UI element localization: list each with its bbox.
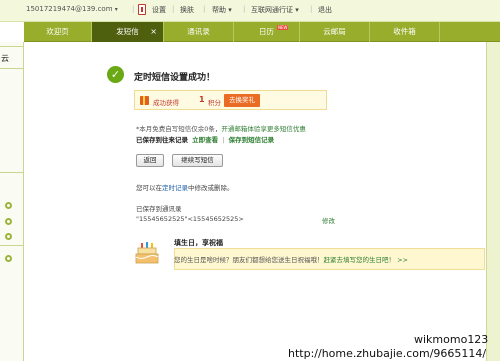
saved-notice: 已保存到往来记录 立即查看 | 保存到短信记录 xyxy=(136,134,274,144)
reward-points: 1 xyxy=(199,95,205,104)
divider: | xyxy=(310,5,313,13)
gear-icon[interactable] xyxy=(5,255,12,262)
phone-icon[interactable] xyxy=(138,4,146,15)
gear-icon[interactable] xyxy=(5,233,12,240)
new-badge: NEW xyxy=(277,25,289,30)
tab-label: 通讯录 xyxy=(187,27,210,36)
divider: | xyxy=(203,5,206,13)
saved-text: 已保存到往来记录 xyxy=(136,136,188,144)
divider xyxy=(0,245,24,246)
close-icon[interactable]: × xyxy=(150,22,157,42)
account-email[interactable]: 15017219474@139.com xyxy=(26,5,113,13)
saved-contact: "15545652525"<15545652525> xyxy=(136,215,244,223)
tab-label: 收件箱 xyxy=(393,27,416,36)
more-link[interactable]: >> xyxy=(397,256,408,264)
divider xyxy=(0,46,24,47)
cake-icon xyxy=(135,242,159,264)
tab-label: 云邮局 xyxy=(323,27,346,36)
top-account-bar: 15017219474@139.com ▾ | 设置 | 换肤 | 帮助 ▾ |… xyxy=(0,0,500,22)
divider xyxy=(0,172,24,173)
sidebar-label-top[interactable]: 箱 xyxy=(0,32,24,43)
skin-link[interactable]: 换肤 xyxy=(180,5,194,15)
tab-calendar[interactable]: 日历 xyxy=(234,22,300,42)
gear-icon[interactable] xyxy=(5,202,12,209)
continue-sms-button[interactable]: 继续写短信 xyxy=(172,154,223,167)
divider: | xyxy=(132,5,135,13)
saved-contacts-label: 已保存到通讯录 xyxy=(136,205,182,213)
help-label[interactable]: 帮助 xyxy=(212,6,226,14)
chevron-down-icon[interactable]: ▾ xyxy=(115,6,118,13)
tab-label: 欢迎页 xyxy=(46,27,69,36)
tab-label: 发短信 xyxy=(116,27,139,36)
settings-link[interactable]: 设置 xyxy=(152,5,166,15)
divider: | xyxy=(243,5,246,13)
divider: | xyxy=(222,136,225,144)
logout-link[interactable]: 退出 xyxy=(318,5,332,15)
page-title: 定时短信设置成功！ xyxy=(134,73,216,83)
help-menu[interactable]: 帮助 ▾ xyxy=(212,5,232,15)
modify-link[interactable]: 修改 xyxy=(322,215,335,225)
divider xyxy=(0,68,24,69)
quota-notice: *本月免费自写短信仅余0条，开通邮箱体验享更多短信优惠 xyxy=(136,123,306,133)
gear-icon[interactable] xyxy=(5,218,12,225)
upgrade-link[interactable]: 开通邮箱体验享更多短信优惠 xyxy=(221,125,306,133)
passport-label[interactable]: 互联网通行证 xyxy=(251,6,293,14)
reward-text: 成功获得 xyxy=(153,99,179,107)
tab-inbox[interactable]: 收件箱 xyxy=(370,22,440,42)
watermark-url: http://home.zhubajie.com/9665114/ xyxy=(288,347,487,360)
fill-birthday-link[interactable]: 赶紧去填写您的生日吧！ xyxy=(324,256,396,264)
tab-bar: 欢迎页 发短信 × 通讯录 日历 NEW 云邮局 收件箱 xyxy=(0,22,500,42)
info-text: 中修改或删除。 xyxy=(188,184,234,192)
watermark-user: wikmomo123 xyxy=(414,333,489,346)
sidebar-item-cloud[interactable]: 云 xyxy=(0,53,24,64)
divider: | xyxy=(172,5,175,13)
schedule-record-link[interactable]: 定时记录 xyxy=(162,184,188,192)
chevron-down-icon[interactable]: ▾ xyxy=(228,6,232,14)
birthday-title: 填生日，享祝福 xyxy=(174,239,223,247)
back-button[interactable]: 返回 xyxy=(136,154,164,167)
tab-contacts[interactable]: 通讯录 xyxy=(164,22,234,42)
schedule-info: 您可以在定时记录中修改或删除。 xyxy=(136,182,234,192)
info-text: 您可以在 xyxy=(136,184,162,192)
reward-unit: 积分 xyxy=(208,99,221,107)
tab-welcome[interactable]: 欢迎页 xyxy=(24,22,92,42)
birthday-text: 您的生日是啥时候？朋友们都想给您送生日祝福哦！赶紧去填写您的生日吧！ >> xyxy=(174,254,408,264)
tab-send-sms[interactable]: 发短信 × xyxy=(92,22,164,42)
success-check-icon: ✓ xyxy=(107,66,124,83)
reward-box: 成功获得 1 积分 去换奖礼 xyxy=(134,90,327,110)
view-now-link[interactable]: 立即查看 xyxy=(192,136,218,144)
gift-icon xyxy=(140,96,149,105)
birthday-promo: 填生日，享祝福 您的生日是啥时候？朋友们都想给您送生日祝福哦！赶紧去填写您的生日… xyxy=(134,236,485,270)
chevron-down-icon[interactable]: ▾ xyxy=(295,6,299,14)
redeem-gift-button[interactable]: 去换奖礼 xyxy=(224,94,260,107)
save-to-sms-link[interactable]: 保存到短信记录 xyxy=(229,136,275,144)
passport-menu[interactable]: 互联网通行证 ▾ xyxy=(251,5,299,15)
left-sidebar: 箱 云 xyxy=(0,33,24,361)
quota-text: *本月免费自写短信仅余0条， xyxy=(136,125,222,133)
birthday-desc: 您的生日是啥时候？朋友们都想给您送生日祝福哦！ xyxy=(174,256,324,264)
tab-cloud-post[interactable]: 云邮局 xyxy=(300,22,370,42)
account-dropdown[interactable]: 15017219474@139.com ▾ xyxy=(26,5,118,13)
right-scroll-strip xyxy=(486,42,500,361)
tab-label: 日历 xyxy=(259,27,274,36)
